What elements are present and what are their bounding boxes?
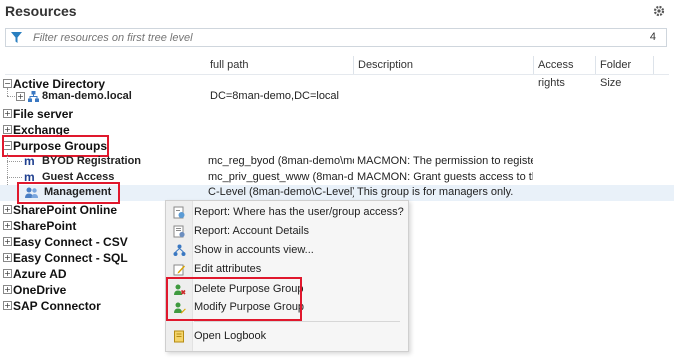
highlight-box-purpose-group-actions bbox=[166, 277, 302, 321]
expand-icon[interactable]: + bbox=[3, 221, 12, 230]
accounts-view-icon bbox=[173, 244, 186, 256]
expand-icon[interactable]: + bbox=[3, 301, 12, 310]
expand-icon[interactable]: + bbox=[3, 205, 12, 214]
highlight-box-management bbox=[17, 182, 120, 204]
filter-icon[interactable] bbox=[10, 31, 23, 44]
gear-icon[interactable] bbox=[653, 5, 665, 17]
tree-label: File server bbox=[13, 107, 74, 121]
tree-label: Azure AD bbox=[13, 267, 67, 281]
menu-item-show-accounts[interactable]: Show in accounts view... bbox=[166, 241, 408, 260]
report-icon bbox=[173, 206, 185, 219]
details-icon bbox=[173, 225, 185, 238]
column-header-description[interactable]: Description bbox=[354, 56, 534, 74]
tree-label: Easy Connect - CSV bbox=[13, 235, 128, 249]
menu-separator bbox=[194, 321, 400, 322]
domain-icon bbox=[28, 91, 39, 102]
column-header-full-path[interactable]: full path bbox=[206, 56, 354, 74]
tree-label: BYOD Registration bbox=[42, 155, 142, 167]
filter-input[interactable] bbox=[33, 29, 593, 46]
expand-icon[interactable]: + bbox=[3, 109, 12, 118]
menu-item-label: Report: Account Details bbox=[194, 225, 309, 237]
full-path-cell: mc_reg_byod (8man-demo\mc_r... bbox=[208, 155, 354, 167]
full-path-cell: mc_priv_guest_www (8man-dem... bbox=[208, 171, 354, 183]
tree-row-domain[interactable]: + 8man-demo.local DC=8man-demo,DC=local bbox=[0, 89, 674, 105]
menu-item-label: Edit attributes bbox=[194, 263, 262, 275]
menu-item-label: Report: Where has the user/group access? bbox=[194, 206, 404, 218]
description-cell: MACMON: Grant guests access to the in... bbox=[357, 171, 533, 183]
menu-item-report-access[interactable]: Report: Where has the user/group access? bbox=[166, 203, 408, 222]
expand-icon[interactable]: + bbox=[16, 92, 25, 101]
description-cell: MACMON: The permission to register pr... bbox=[357, 155, 533, 167]
context-menu: Report: Where has the user/group access?… bbox=[165, 200, 409, 352]
collapse-icon[interactable]: − bbox=[3, 79, 12, 88]
tree-label: SAP Connector bbox=[13, 299, 101, 313]
full-path-cell: DC=8man-demo,DC=local bbox=[210, 90, 339, 102]
filter-count: 4 bbox=[649, 31, 656, 43]
tree-label: Easy Connect - SQL bbox=[13, 251, 128, 265]
tree-label: 8man-demo.local bbox=[42, 90, 132, 102]
column-header-access-rights[interactable]: Access rights bbox=[534, 56, 596, 89]
page-title: Resources bbox=[5, 3, 77, 19]
logbook-icon bbox=[174, 330, 184, 343]
full-path-cell: C-Level (8man-demo\C-Level) bbox=[208, 186, 354, 198]
menu-item-open-logbook[interactable]: Open Logbook bbox=[166, 327, 408, 346]
menu-item-report-details[interactable]: Report: Account Details bbox=[166, 222, 408, 241]
tree-label: SharePoint Online bbox=[13, 203, 118, 217]
filter-bar: 4 bbox=[5, 28, 667, 47]
edit-icon bbox=[173, 264, 185, 276]
expand-icon[interactable]: + bbox=[3, 269, 12, 278]
header-divider bbox=[5, 74, 669, 75]
tree-row-file-server[interactable]: + File server bbox=[0, 106, 674, 122]
macmon-icon: m bbox=[24, 154, 35, 168]
menu-item-label: Show in accounts view... bbox=[194, 244, 314, 256]
expand-icon[interactable]: + bbox=[3, 253, 12, 262]
column-header-folder-size[interactable]: Folder Size bbox=[596, 56, 654, 89]
tree-label: SharePoint bbox=[13, 219, 77, 233]
tree-label: OneDrive bbox=[13, 283, 67, 297]
expand-icon[interactable]: + bbox=[3, 237, 12, 246]
expand-icon[interactable]: + bbox=[3, 125, 12, 134]
description-cell: This group is for managers only. bbox=[357, 186, 514, 198]
menu-item-label: Open Logbook bbox=[194, 330, 267, 342]
expand-icon[interactable]: + bbox=[3, 285, 12, 294]
tree-row-byod[interactable]: m BYOD Registration mc_reg_byod (8man-de… bbox=[0, 154, 674, 170]
